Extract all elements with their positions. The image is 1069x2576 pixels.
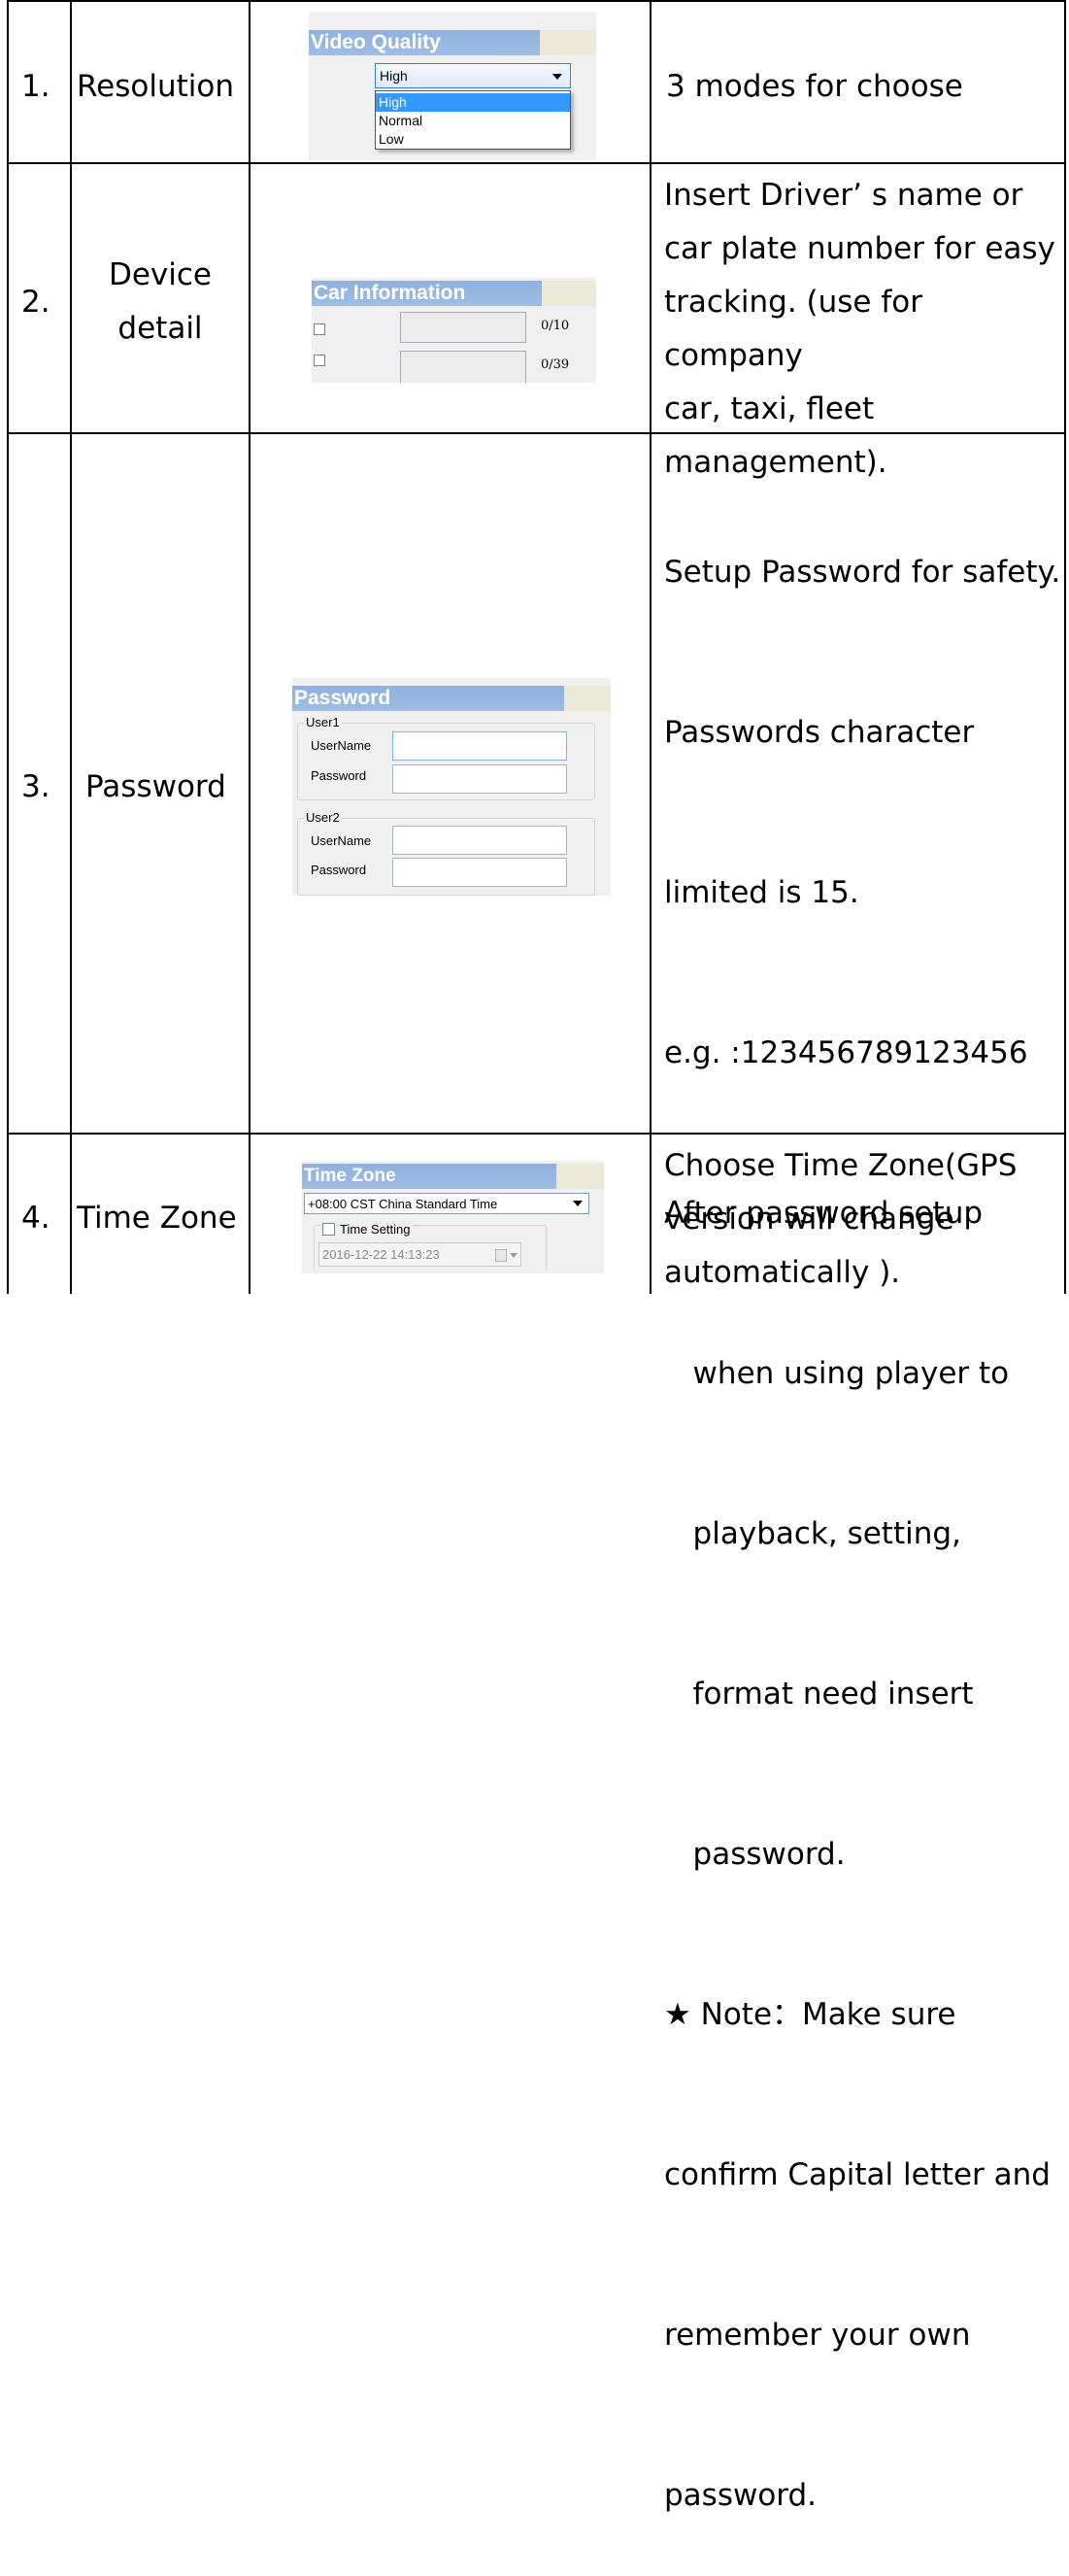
chevron-down-icon [552,74,562,80]
col-divider-1 [70,0,72,1294]
driver-name-input[interactable] [400,312,526,343]
datetime-value: 2016-12-22 14:13:23 [322,1247,440,1262]
row-number: 4. [21,1201,50,1236]
option-high[interactable]: High [379,94,407,110]
plate-number-checkbox[interactable] [314,355,325,366]
password-title: Password [292,686,564,711]
option-normal[interactable]: Normal [379,113,422,128]
driver-name-checkbox[interactable] [314,323,325,335]
user1-password-input[interactable] [392,764,567,794]
row-name: Time Zone [77,1201,237,1236]
plate-number-input[interactable] [400,351,526,383]
chevron-down-icon [510,1253,518,1258]
password-panel: Password User1 UserName Password User2 U… [292,678,611,896]
user1-password-label: Password [311,768,367,783]
time-setting-label: Time Setting [340,1222,413,1237]
option-low[interactable]: Low [379,131,404,147]
chevron-down-icon [573,1201,583,1206]
panel-header-tail [542,281,596,306]
col-border-left [7,0,9,1294]
row-divider-1 [7,162,1066,164]
col-divider-3 [650,0,651,1294]
col-divider-2 [249,0,251,1294]
panel-header-tail [540,30,596,55]
calendar-icon [495,1249,507,1262]
time-zone-select[interactable]: +08:00 CST China Standard Time [304,1193,589,1214]
row-name: Resolution [77,69,234,104]
plate-number-counter: 0/39 [541,357,570,372]
user1-legend: User1 [304,715,342,730]
panel-header-tail [564,686,611,711]
user2-legend: User2 [304,810,342,826]
panel-header-tail [556,1164,604,1189]
row-number: 1. [21,69,50,104]
driver-name-counter: 0/10 [541,319,570,333]
user1-username-input[interactable] [392,731,567,761]
resolution-dropdown-list: High Normal Low [375,90,571,150]
video-quality-panel: Video Quality High High Normal Low [309,12,596,160]
user2-password-label: Password [311,863,367,877]
row-number: 2. [21,285,50,320]
row-name: Device detail [108,257,213,346]
resolution-selected-value: High [380,68,408,84]
video-quality-title: Video Quality [309,30,540,55]
user1-username-label: UserName [311,738,372,753]
row-description: Setup Password for safety. Passwords cha… [664,555,1061,2513]
car-info-panel: Car Information 0/10 0/39 [312,278,596,383]
datetime-picker[interactable]: 2016-12-22 14:13:23 [318,1242,521,1267]
row-description: Choose Time Zone(GPS version will change… [664,1148,1018,1290]
time-zone-panel: Time Zone +08:00 CST China Standard Time… [302,1161,604,1273]
row-number: 3. [21,769,50,804]
row-description: 3 modes for choose [666,69,963,104]
time-zone-selected-value: +08:00 CST China Standard Time [308,1197,498,1211]
table-border-top [7,0,1066,2]
resolution-select[interactable]: High [375,63,571,88]
time-zone-title: Time Zone [302,1164,556,1189]
time-setting-checkbox[interactable] [322,1223,335,1236]
row-name: Password [85,769,226,804]
user2-username-label: UserName [311,833,372,848]
car-info-title: Car Information [312,281,542,306]
user2-username-input[interactable] [392,826,567,855]
user2-password-input[interactable] [392,858,567,887]
